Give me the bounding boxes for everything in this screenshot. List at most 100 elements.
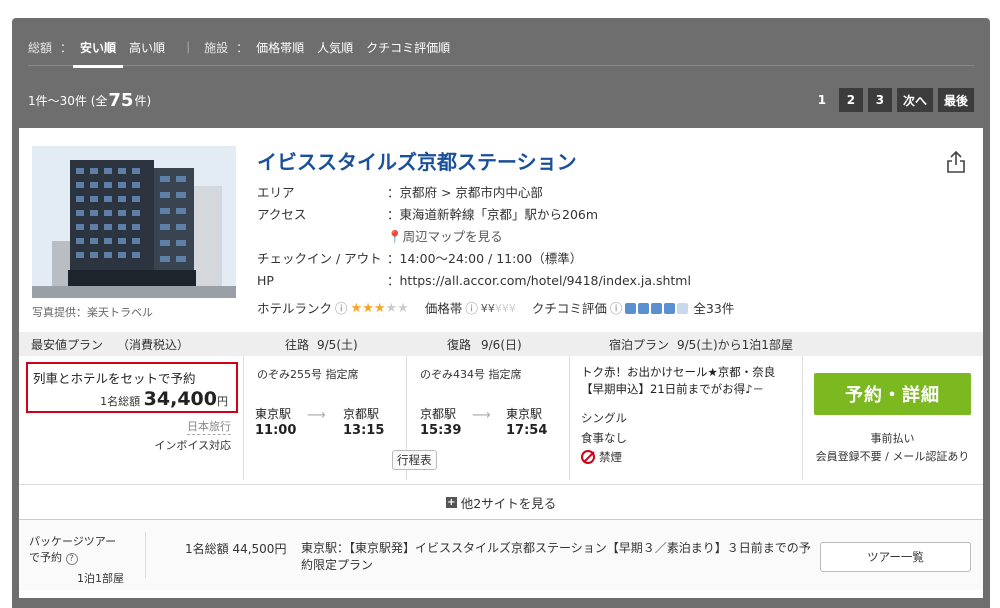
payment-type: 事前払い <box>870 432 915 445</box>
package-label-line1: パッケージツアー <box>29 535 117 548</box>
pagination: 1 2 3 次へ 最後 <box>810 88 974 112</box>
return-date: 9/6(日) <box>481 337 522 352</box>
sort-separator: ｜ <box>182 41 195 55</box>
plan-header: 最安値プラン （消費税込） 往路 9/5(土) 復路 9/6(日) 宿泊プラン … <box>19 332 983 356</box>
photo-credit: 写真提供：楽天トラベル <box>32 306 153 319</box>
star-icon: ★ <box>350 300 363 316</box>
hotel-name-link[interactable]: イビススタイルズ京都ステーション <box>257 146 577 175</box>
stay-plan-column: トク赤！お出かけセール★京都・奈良【早期申込】21日前までがお得♪－ シングル … <box>571 356 803 480</box>
travel-agent-link[interactable]: 日本旅行 <box>187 418 231 435</box>
invoice-note: インボイス対応 <box>154 439 231 452</box>
price-band-level: ¥¥¥¥¥ <box>481 300 516 315</box>
star-icon: ★ <box>397 300 409 316</box>
hotel-photo[interactable] <box>32 146 236 298</box>
package-label: パッケージツアー で予約 ? <box>29 534 116 566</box>
return-to-station: 東京駅 <box>506 407 543 421</box>
smiley-icon <box>638 303 650 314</box>
sort-cheapest[interactable]: 安い順 <box>73 39 124 68</box>
page-3[interactable]: 3 <box>867 88 892 112</box>
return-to-time: 17:54 <box>506 423 548 438</box>
rank-label: ホテルランク <box>257 301 333 316</box>
review-label: クチコミ評価 <box>531 301 607 316</box>
area-label: エリア <box>257 185 295 200</box>
plus-icon: + <box>445 496 457 508</box>
sort-total-label: 総額 <box>28 41 53 55</box>
plan-row: 列車とホテルをセットで予約 1名総額 34,400円 日本旅行 インボイス対応 … <box>19 356 983 484</box>
cheapest-plan-label: 最安値プラン <box>31 337 104 352</box>
package-price: 1名総額 44,500円 <box>185 542 287 556</box>
result-count-prefix: 1件〜30件 (全 <box>28 93 108 108</box>
checkin-label: チェックイン / アウト <box>257 251 382 266</box>
review-count-link[interactable]: 全33件 <box>693 298 734 317</box>
share-icon[interactable] <box>945 150 967 174</box>
map-link[interactable]: 📍周辺マップを見る <box>387 226 503 248</box>
package-room: 1泊1部屋 <box>77 572 124 585</box>
total-price: 34,400 <box>143 388 217 410</box>
tour-list-button[interactable]: ツアー一覧 <box>820 542 971 572</box>
yen-icon: ¥ <box>508 302 516 315</box>
stay-plan-value: 9/5(土)から1泊1部屋 <box>677 337 793 352</box>
hp-label: HP <box>257 273 274 288</box>
rank-stars: ★★★★★ <box>351 300 409 316</box>
area-value: ：京都府 > 京都市内中心部 <box>387 185 543 200</box>
map-link-label: 周辺マップを見る <box>402 229 503 244</box>
arrow-right-icon: ⟶ <box>472 408 491 423</box>
help-icon[interactable]: ? <box>65 553 78 565</box>
price-prefix: 1名総額 <box>100 395 141 408</box>
hotel-card: 写真提供：楽天トラベル イビススタイルズ京都ステーション エリア ：京都府 > 京… <box>19 128 983 598</box>
reserve-details-button[interactable]: 予約・詳細 <box>814 373 971 415</box>
page-last[interactable]: 最後 <box>937 88 974 112</box>
package-description: 東京駅：【東京駅発】イビススタイルズ京都ステーション【早期３／素泊まり】３日前ま… <box>301 541 811 572</box>
review-info-icon[interactable]: ⓘ <box>610 298 623 317</box>
hp-value: ：https://all.accor.com/hotel/9418/index.… <box>387 273 691 288</box>
return-from-time: 15:39 <box>420 423 462 438</box>
no-smoking-icon <box>581 450 595 464</box>
yen-icon: ¥ <box>487 302 495 315</box>
more-sites-button[interactable]: + 他2サイトを見る <box>19 484 983 520</box>
outbound-train-column: のぞみ255号 指定席 東京駅 11:00 ⟶ 京都駅 13:15 <box>245 356 407 480</box>
price-column: 列車とホテルをセットで予約 1名総額 34,400円 日本旅行 インボイス対応 <box>19 356 244 480</box>
package-tour-row: パッケージツアー で予約 ? 1泊1部屋 1名総額 44,500円 東京駅：【東… <box>19 520 983 590</box>
sort-expensive[interactable]: 高い順 <box>129 39 165 56</box>
smiley-icon <box>664 303 676 314</box>
meal-info: 食事なし <box>581 431 627 445</box>
smoking-info: 禁煙 <box>599 450 622 464</box>
checkin-value: ：14:00〜24:00 / 11:00（標準） <box>387 251 583 266</box>
yen-icon: ¥ <box>501 302 509 315</box>
access-value: ：東海道新幹線「京都」駅から206m <box>387 207 599 222</box>
outbound-train-name: のぞみ255号 指定席 <box>257 368 359 381</box>
sort-price-band[interactable]: 価格帯順 <box>256 39 304 56</box>
result-count-suffix: 件) <box>134 93 152 108</box>
itinerary-button[interactable]: 行程表 <box>392 450 437 470</box>
return-label: 復路 <box>447 337 472 352</box>
star-icon: ★ <box>362 300 374 316</box>
outbound-label: 往路 <box>285 337 310 352</box>
stay-plan-description: トク赤！お出かけセール★京都・奈良【早期申込】21日前までがお得♪－ <box>581 365 776 396</box>
rank-info-icon[interactable]: ⓘ <box>335 298 348 317</box>
outbound-from-station: 東京駅 <box>255 407 292 421</box>
yen-icon: ¥ <box>480 302 488 315</box>
result-count-row: 1件〜30件 (全 75 件) 1 2 3 次へ 最後 <box>28 86 974 114</box>
sort-popular[interactable]: 人気順 <box>317 39 353 56</box>
set-reservation-text: 列車とホテルをセットで予約 <box>33 371 196 386</box>
return-from-station: 京都駅 <box>420 407 457 421</box>
smiley-icon <box>651 303 663 314</box>
sort-colon: ： <box>236 41 249 55</box>
price-band-label: 価格帯 <box>424 301 463 316</box>
page-1: 1 <box>817 93 827 107</box>
sort-review[interactable]: クチコミ評価順 <box>366 39 450 56</box>
divider <box>145 532 146 578</box>
page-2[interactable]: 2 <box>838 88 863 112</box>
more-sites-label: 他2サイトを見る <box>460 495 557 511</box>
yen-icon: ¥ <box>494 302 502 315</box>
map-pin-icon: 📍 <box>387 229 403 244</box>
outbound-to-station: 京都駅 <box>343 407 380 421</box>
hotel-info: エリア ：京都府 > 京都市内中心部 アクセス ：東海道新幹線「京都」駅から206m… <box>257 182 691 292</box>
arrow-right-icon: ⟶ <box>307 408 326 423</box>
sort-colon: ： <box>60 41 73 55</box>
room-type: シングル <box>581 411 627 425</box>
access-label: アクセス <box>257 207 307 222</box>
page-next[interactable]: 次へ <box>896 88 933 112</box>
price-band-info-icon[interactable]: ⓘ <box>465 298 478 317</box>
review-level <box>625 300 690 315</box>
